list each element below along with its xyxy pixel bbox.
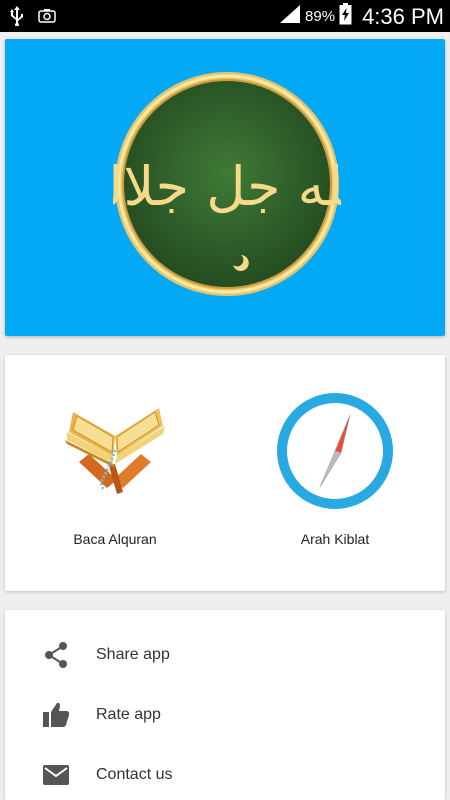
clock: 4:36 PM [362,3,444,29]
screenshot-icon [38,9,56,28]
contact-us-item[interactable]: Contact us [5,745,445,800]
allah-calligraphy-emblem: الله جل جلاله [78,65,376,308]
baca-alquran-label: Baca Alquran [73,531,157,547]
thumbs-up-icon [41,700,71,730]
menu-card: Share app Rate app Contact us [5,610,445,800]
rate-app-item[interactable]: Rate app [5,685,445,745]
mail-icon [41,760,71,790]
share-app-label: Share app [96,646,170,663]
battery-charging-icon [339,3,352,30]
arah-kiblat-label: Arah Kiblat [300,531,370,547]
battery-percent: 89% [305,8,336,25]
compass-icon [275,391,395,511]
rate-app-label: Rate app [96,706,161,723]
status-bar: 89% 4:36 PM [0,0,450,32]
baca-alquran-button[interactable]: Baca Alquran [5,355,225,591]
share-app-item[interactable]: Share app [5,625,445,685]
quran-book-icon [55,391,175,511]
share-icon [41,640,71,670]
emblem-text: الله جل جلاله [113,155,341,218]
usb-icon [10,6,24,31]
features-card: Baca Alquran Arah Kiblat [5,355,445,591]
header-banner: الله جل جلاله [5,39,445,336]
arah-kiblat-button[interactable]: Arah Kiblat [225,355,445,591]
contact-us-label: Contact us [96,766,173,783]
signal-icon [279,4,301,29]
